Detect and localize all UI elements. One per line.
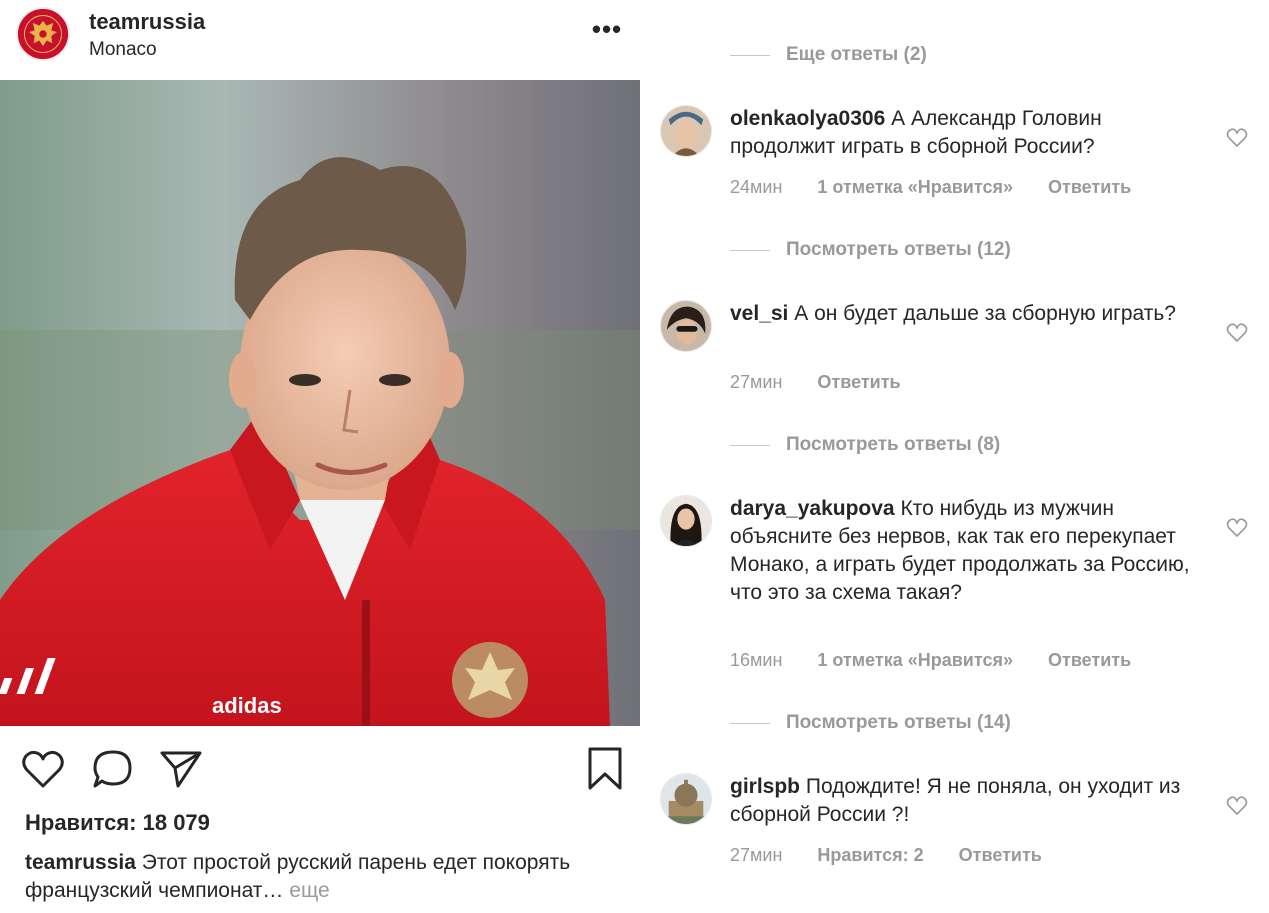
comment-time: 27мин bbox=[730, 845, 783, 865]
more-replies-link[interactable]: Еще ответы (2) bbox=[730, 42, 927, 68]
russian-eagle-logo bbox=[18, 9, 68, 59]
comment-username[interactable]: girlspb bbox=[730, 775, 800, 798]
post-username[interactable]: teamrussia bbox=[89, 9, 205, 35]
post-photo[interactable]: adidas bbox=[0, 80, 640, 726]
view-replies-link[interactable]: Посмотреть ответы (14) bbox=[730, 710, 1011, 736]
reply-button[interactable]: Ответить bbox=[1048, 177, 1131, 197]
comment-meta: 27мин Нравится: 2 Ответить bbox=[730, 845, 1072, 866]
small-heart-icon[interactable] bbox=[1226, 322, 1248, 344]
post-caption: teamrussia Этот простой русский парень е… bbox=[25, 849, 625, 905]
comment-username[interactable]: darya_yakupova bbox=[730, 497, 895, 520]
player-photo-image: adidas bbox=[0, 80, 640, 726]
likes-count[interactable]: Нравится: 18 079 bbox=[25, 810, 210, 836]
post-location[interactable]: Monaco bbox=[89, 39, 157, 61]
divider-line bbox=[730, 54, 770, 56]
small-heart-icon[interactable] bbox=[1226, 795, 1248, 817]
paper-plane-icon[interactable] bbox=[158, 746, 204, 792]
caption-username[interactable]: teamrussia bbox=[25, 851, 136, 874]
comments-panel: Еще ответы (2) olenkaolya0306 А Александ… bbox=[640, 0, 1269, 913]
comment-time: 27мин bbox=[730, 372, 783, 392]
view-replies-link[interactable]: Посмотреть ответы (8) bbox=[730, 432, 1000, 458]
divider-line bbox=[730, 722, 770, 724]
heart-icon[interactable] bbox=[20, 746, 66, 792]
comment-likes[interactable]: 1 отметка «Нравится» bbox=[817, 650, 1013, 670]
commenter-avatar[interactable] bbox=[660, 773, 712, 825]
post-header: teamrussia Monaco ••• bbox=[0, 0, 640, 80]
view-replies-label: Посмотреть ответы (8) bbox=[786, 434, 1001, 455]
comment-likes[interactable]: 1 отметка «Нравится» bbox=[817, 177, 1013, 197]
commenter-avatar[interactable] bbox=[660, 300, 712, 352]
reply-button[interactable]: Ответить bbox=[1048, 650, 1131, 670]
comment-meta: 16мин 1 отметка «Нравится» Ответить bbox=[730, 650, 1161, 671]
post-actions-bar bbox=[0, 726, 640, 806]
comment-bubble-icon[interactable] bbox=[90, 746, 136, 792]
profile-avatar[interactable] bbox=[16, 7, 70, 61]
comment-meta: 24мин 1 отметка «Нравится» Ответить bbox=[730, 177, 1161, 198]
small-heart-icon[interactable] bbox=[1226, 517, 1248, 539]
comment-body: darya_yakupova Кто нибудь из мужчин объя… bbox=[730, 495, 1200, 607]
comment-body: girlspb Подождите! Я не поняла, он уходи… bbox=[730, 773, 1200, 829]
adidas-wordmark: adidas bbox=[212, 693, 282, 718]
small-heart-icon[interactable] bbox=[1226, 127, 1248, 149]
view-replies-label: Посмотреть ответы (14) bbox=[786, 712, 1011, 733]
comment-time: 24мин bbox=[730, 177, 783, 197]
reply-button[interactable]: Ответить bbox=[959, 845, 1042, 865]
comment-body: vel_si А он будет дальше за сборную игра… bbox=[730, 300, 1200, 328]
comment-text: А он будет дальше за сборную играть? bbox=[794, 302, 1176, 325]
more-replies-label: Еще ответы (2) bbox=[786, 44, 927, 65]
divider-line bbox=[730, 249, 770, 251]
more-options-button[interactable]: ••• bbox=[590, 16, 624, 44]
comment-likes[interactable]: Нравится: 2 bbox=[817, 845, 923, 865]
commenter-avatar[interactable] bbox=[660, 495, 712, 547]
post-panel: teamrussia Monaco ••• adidas Нравится: 1… bbox=[0, 0, 640, 913]
comment-username[interactable]: vel_si bbox=[730, 302, 788, 325]
reply-button[interactable]: Ответить bbox=[817, 372, 900, 392]
divider-line bbox=[730, 444, 770, 446]
caption-more-link[interactable]: еще bbox=[289, 879, 329, 902]
bookmark-icon[interactable] bbox=[582, 746, 628, 792]
comment-body: olenkaolya0306 А Александр Головин продо… bbox=[730, 105, 1200, 161]
comment-time: 16мин bbox=[730, 650, 783, 670]
comment-username[interactable]: olenkaolya0306 bbox=[730, 107, 885, 130]
view-replies-link[interactable]: Посмотреть ответы (12) bbox=[730, 237, 1011, 263]
cut-off-text bbox=[780, 0, 980, 2]
view-replies-label: Посмотреть ответы (12) bbox=[786, 239, 1011, 260]
comment-meta: 27мин Ответить bbox=[730, 372, 931, 393]
commenter-avatar[interactable] bbox=[660, 105, 712, 157]
